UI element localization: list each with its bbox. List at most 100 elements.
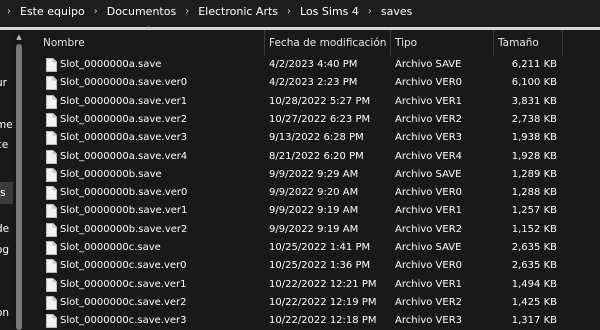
- file-name: Slot_0000000c.save.ver3: [60, 315, 187, 327]
- scroll-up-icon[interactable]: ▲: [15, 33, 23, 41]
- file-icon: [46, 277, 57, 292]
- file-size: 1,152 KB: [511, 223, 557, 235]
- file-modified-date: 9/13/2022 6:28 PM: [269, 132, 364, 144]
- file-type: Archivo VER3: [395, 315, 463, 327]
- file-modified-date: 10/22/2022 12:19 PM: [269, 296, 377, 308]
- file-size: 1,289 KB: [511, 168, 557, 180]
- chevron-right-icon[interactable]: ›: [361, 6, 379, 17]
- file-type: Archivo SAVE: [395, 168, 462, 180]
- file-icon: [46, 259, 57, 274]
- file-size: 1,494 KB: [511, 278, 557, 290]
- file-modified-date: 9/9/2022 9:19 AM: [269, 223, 359, 235]
- sort-ascending-icon: ^: [145, 26, 153, 36]
- file-type: Archivo VER2: [395, 296, 463, 308]
- breadcrumb-item-electronic-arts[interactable]: Electronic Arts: [196, 5, 280, 18]
- file-size: 1,317 KB: [511, 315, 557, 327]
- column-divider[interactable]: [493, 30, 494, 56]
- column-header-name[interactable]: Nombre: [43, 30, 85, 56]
- column-header-date[interactable]: Fecha de modificación: [269, 30, 386, 56]
- file-name: Slot_0000000a.save.ver1: [60, 95, 188, 107]
- file-size: 1,288 KB: [511, 187, 557, 199]
- file-size: 2,635 KB: [511, 260, 557, 272]
- file-size: 1,928 KB: [511, 150, 557, 162]
- file-row[interactable]: Slot_0000000c.save.ver3 10/22/2022 12:18…: [25, 312, 600, 330]
- column-divider[interactable]: [264, 30, 265, 56]
- navigation-pane: ur me ce ts de og on: [0, 30, 13, 327]
- file-row[interactable]: Slot_0000000a.save 4/2/2023 4:40 PM Arch…: [25, 56, 600, 74]
- nav-item-fragment[interactable]: ur: [0, 77, 7, 89]
- file-row[interactable]: Slot_0000000c.save.ver2 10/22/2022 12:19…: [25, 294, 600, 312]
- breadcrumb-item-este-equipo[interactable]: Este equipo: [18, 5, 87, 18]
- file-size: 1,938 KB: [511, 132, 557, 144]
- file-type: Archivo VER2: [395, 223, 463, 235]
- nav-item-fragment[interactable]: de: [0, 223, 9, 235]
- column-header-type[interactable]: Tipo: [395, 30, 417, 56]
- column-divider[interactable]: [562, 30, 563, 56]
- file-row[interactable]: Slot_0000000b.save.ver1 9/9/2022 9:19 AM…: [25, 202, 600, 220]
- breadcrumb-item-documentos[interactable]: Documentos: [105, 5, 178, 18]
- file-modified-date: 4/2/2023 4:40 PM: [269, 59, 358, 70]
- file-icon: [46, 295, 57, 310]
- file-type: Archivo VER1: [395, 95, 463, 107]
- nav-item-fragment[interactable]: ts: [0, 187, 6, 199]
- file-name: Slot_0000000a.save.ver0: [60, 77, 188, 89]
- file-row[interactable]: Slot_0000000a.save.ver0 4/2/2023 2:23 PM…: [25, 74, 600, 92]
- file-icon: [46, 112, 57, 127]
- nav-item-fragment[interactable]: me: [0, 119, 13, 131]
- file-type: Archivo VER3: [395, 132, 463, 144]
- file-name: Slot_0000000c.save.ver0: [60, 260, 187, 272]
- breadcrumb-item-saves[interactable]: saves: [379, 5, 414, 18]
- file-type: Archivo VER0: [395, 260, 463, 272]
- file-modified-date: 8/21/2022 6:20 PM: [269, 150, 364, 162]
- file-row[interactable]: Slot_0000000a.save.ver2 10/27/2022 6:23 …: [25, 111, 600, 129]
- file-name: Slot_0000000c.save: [60, 242, 161, 253]
- file-type: Archivo SAVE: [395, 242, 462, 253]
- file-modified-date: 10/28/2022 5:27 PM: [269, 95, 371, 107]
- file-modified-date: 10/22/2022 12:21 PM: [269, 278, 377, 290]
- file-row[interactable]: Slot_0000000a.save.ver4 8/21/2022 6:20 P…: [25, 148, 600, 166]
- file-icon: [46, 222, 57, 237]
- file-name: Slot_0000000a.save.ver3: [60, 132, 188, 144]
- breadcrumb-item-los-sims-4[interactable]: Los Sims 4: [298, 5, 361, 18]
- file-type: Archivo VER4: [395, 150, 463, 162]
- nav-item-fragment[interactable]: ce: [0, 139, 8, 151]
- file-name: Slot_0000000a.save: [60, 59, 162, 70]
- file-row[interactable]: Slot_0000000c.save.ver0 10/25/2022 1:36 …: [25, 257, 600, 275]
- scrollbar-thumb[interactable]: [16, 44, 22, 330]
- file-name: Slot_0000000c.save.ver1: [60, 278, 187, 290]
- file-modified-date: 9/9/2022 9:20 AM: [269, 187, 359, 199]
- file-size: 1,257 KB: [511, 205, 557, 217]
- chevron-right-icon[interactable]: ›: [87, 6, 105, 17]
- file-row[interactable]: Slot_0000000a.save.ver1 10/28/2022 5:27 …: [25, 93, 600, 111]
- file-row[interactable]: Slot_0000000b.save 9/9/2022 9:29 AM Arch…: [25, 166, 600, 184]
- column-divider[interactable]: [390, 30, 391, 56]
- file-icon: [46, 149, 57, 164]
- file-icon: [46, 314, 57, 329]
- file-type: Archivo VER1: [395, 205, 463, 217]
- file-type: Archivo SAVE: [395, 59, 462, 70]
- file-modified-date: 10/25/2022 1:41 PM: [269, 242, 371, 253]
- file-name: Slot_0000000b.save.ver1: [60, 205, 188, 217]
- file-name: Slot_0000000a.save.ver4: [60, 150, 188, 162]
- file-type: Archivo VER1: [395, 278, 463, 290]
- nav-item-fragment[interactable]: on: [0, 307, 9, 319]
- nav-scrollbar[interactable]: ▲: [13, 30, 25, 330]
- file-row[interactable]: Slot_0000000c.save.ver1 10/22/2022 12:21…: [25, 276, 600, 294]
- file-modified-date: 10/25/2022 1:36 PM: [269, 260, 371, 272]
- breadcrumb: › Este equipo › Documentos › Electronic …: [0, 0, 414, 23]
- nav-item-fragment[interactable]: og: [0, 244, 9, 256]
- file-row[interactable]: Slot_0000000b.save.ver0 9/9/2022 9:20 AM…: [25, 184, 600, 202]
- file-row[interactable]: Slot_0000000b.save.ver2 9/9/2022 9:19 AM…: [25, 221, 600, 239]
- file-modified-date: 9/9/2022 9:29 AM: [269, 168, 359, 180]
- file-name: Slot_0000000b.save.ver0: [60, 187, 188, 199]
- file-type: Archivo VER2: [395, 113, 463, 125]
- chevron-right-icon[interactable]: ›: [280, 6, 298, 17]
- file-icon: [46, 131, 57, 146]
- file-icon: [46, 76, 57, 91]
- chevron-right-icon[interactable]: ›: [178, 6, 196, 17]
- file-row[interactable]: Slot_0000000c.save 10/25/2022 1:41 PM Ar…: [25, 239, 600, 257]
- column-header-size[interactable]: Tamaño: [498, 30, 539, 56]
- file-row[interactable]: Slot_0000000a.save.ver3 9/13/2022 6:28 P…: [25, 129, 600, 147]
- file-size: 1,425 KB: [511, 296, 557, 308]
- file-icon: [46, 94, 57, 109]
